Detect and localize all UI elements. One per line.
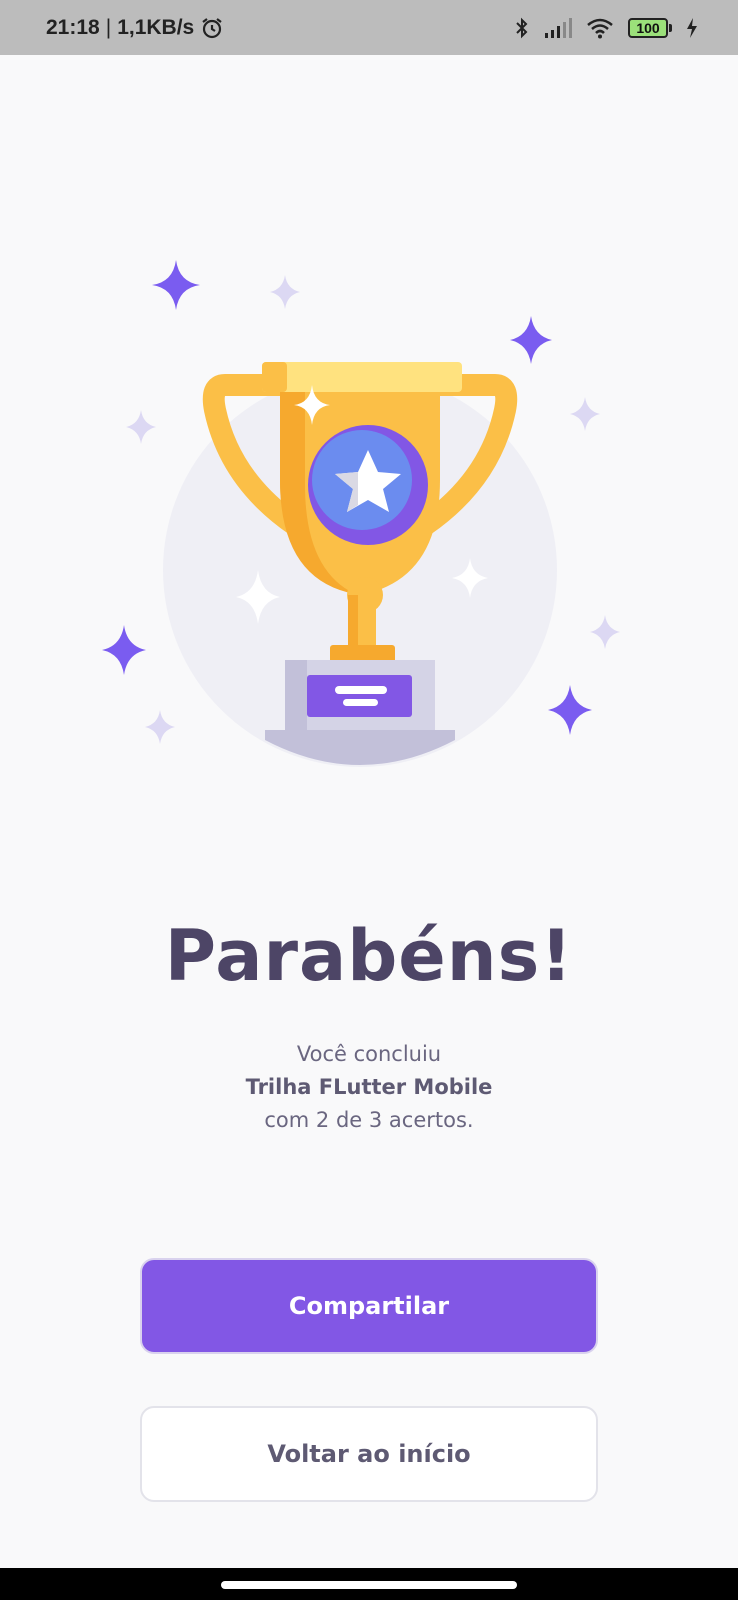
result-message: Você concluiu Trilha FLutter Mobile com … — [0, 1038, 738, 1137]
battery-icon: 100 — [628, 17, 672, 38]
status-right: 100 — [514, 16, 698, 40]
trophy-illustration — [102, 260, 620, 767]
back-to-home-button[interactable]: Voltar ao início — [140, 1406, 598, 1502]
plaque-line-2 — [343, 699, 378, 706]
status-separator: | — [105, 15, 112, 39]
back-to-home-button-label: Voltar ao início — [267, 1440, 471, 1468]
plaque-line-1 — [335, 686, 387, 694]
page-title: Parabéns! — [164, 915, 574, 997]
sparkle-light-1 — [270, 275, 300, 309]
alarm-icon — [202, 17, 222, 38]
wifi-icon — [587, 18, 613, 38]
sparkle-light-4 — [590, 615, 620, 649]
quiz-name: Trilha FLutter Mobile — [245, 1075, 493, 1099]
network-speed: 1,1KB/s — [117, 15, 195, 39]
result-line-3: com 2 de 3 acertos. — [264, 1108, 474, 1132]
trophy-plaque — [307, 675, 412, 717]
bluetooth-icon — [516, 17, 528, 38]
sparkle-purple-1 — [152, 260, 200, 310]
trophy-rim-shade — [262, 362, 287, 392]
status-left: 21:18 | 1,1KB/s — [46, 16, 224, 40]
status-bar: 21:18 | 1,1KB/s 100 — [0, 0, 738, 55]
sparkle-purple-4 — [548, 685, 592, 735]
sparkle-light-5 — [145, 710, 175, 744]
trophy-foot — [265, 730, 455, 765]
sparkle-purple-3 — [102, 625, 146, 675]
charging-icon — [687, 17, 697, 38]
sparkle-purple-2 — [510, 316, 552, 364]
signal-icon — [545, 17, 572, 38]
trophy-rim — [262, 362, 462, 392]
sparkle-light-3 — [570, 397, 600, 431]
battery-tip — [669, 23, 672, 32]
home-indicator[interactable] — [221, 1581, 517, 1589]
share-button-label: Compartilar — [288, 1292, 450, 1320]
status-time: 21:18 — [46, 15, 100, 39]
sparkle-light-2 — [126, 410, 156, 444]
result-line-1: Você concluiu — [296, 1042, 442, 1066]
battery-level: 100 — [628, 17, 668, 38]
share-button[interactable]: Compartilar — [140, 1258, 598, 1354]
navigation-bar — [0, 1568, 738, 1600]
